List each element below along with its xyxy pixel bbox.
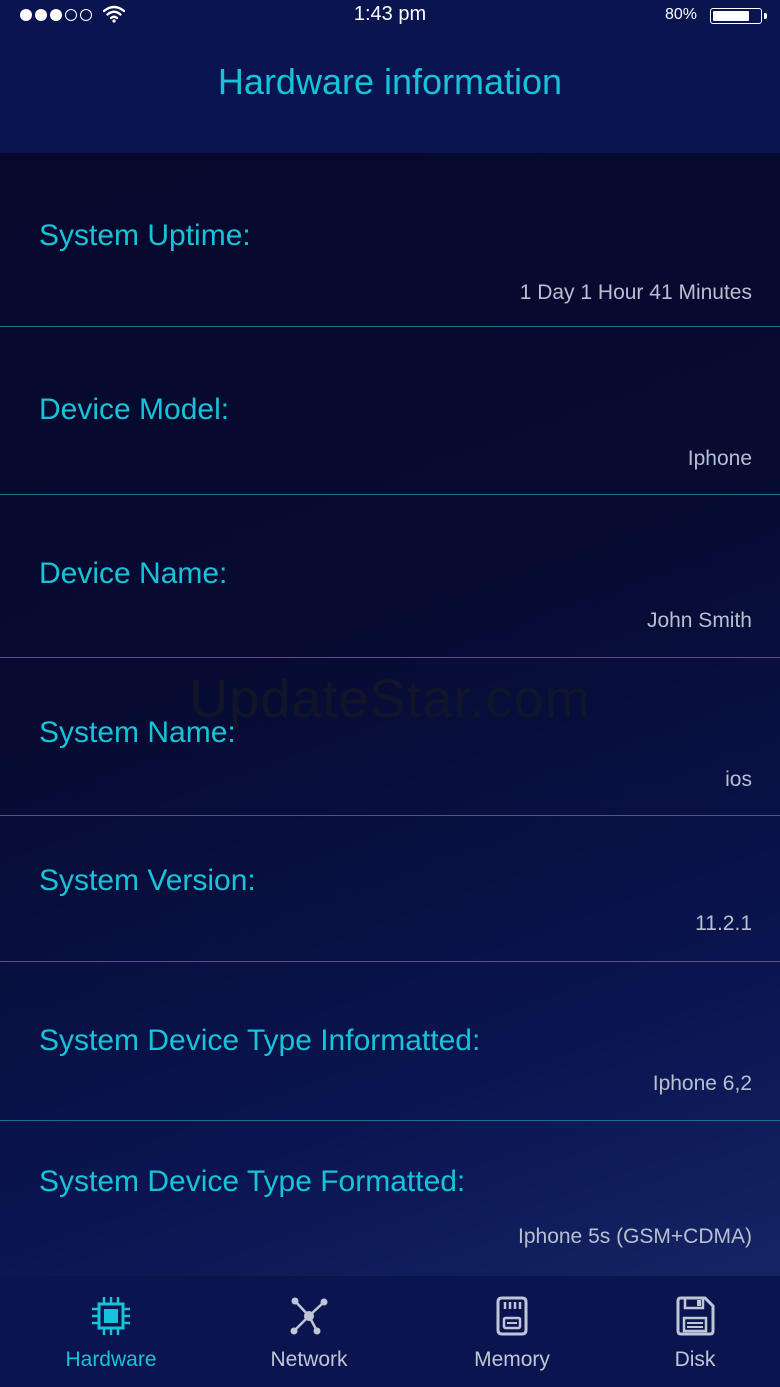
sd-card-icon <box>496 1296 528 1336</box>
status-bar: 1:43 pm 80% <box>0 0 780 32</box>
info-value: Iphone 6,2 <box>652 1072 752 1095</box>
list-item: System Device Type Informatted: Iphone 6… <box>0 962 780 1121</box>
info-label: Device Model: <box>39 393 230 426</box>
list-item: Device Model: Iphone <box>0 327 780 495</box>
info-label: System Device Type Formatted: <box>39 1165 466 1198</box>
page-title: Hardware information <box>217 60 563 102</box>
info-label: Device Name: <box>39 557 228 590</box>
battery-percentage: 80% <box>664 6 697 23</box>
nav-header: Hardware information <box>0 32 780 153</box>
info-value: John Smith <box>646 609 752 632</box>
list-item: System Version: 11.2.1 <box>0 816 780 962</box>
info-value: ios <box>725 768 752 791</box>
info-value: 1 Day 1 Hour 41 Minutes <box>519 281 752 304</box>
tab-memory[interactable]: Memory <box>412 1276 612 1387</box>
info-value: 11.2.1 <box>695 912 752 935</box>
info-label: System Device Type Informatted: <box>39 1024 481 1057</box>
info-value: Iphone 5s (GSM+CDMA) <box>518 1225 752 1248</box>
watermark-text: UpdateStar.com <box>189 669 591 729</box>
info-value: Iphone <box>687 447 752 470</box>
tab-label: Memory <box>474 1348 550 1371</box>
tab-network[interactable]: Network <box>209 1276 409 1387</box>
tab-bar: Hardware Network Memory Disk <box>0 1276 780 1387</box>
tab-disk[interactable]: Disk <box>595 1276 780 1387</box>
status-time: 1:43 pm <box>353 3 427 25</box>
floppy-disk-icon <box>676 1296 715 1336</box>
info-label: System Uptime: <box>39 219 251 252</box>
tab-label: Disk <box>674 1348 716 1371</box>
list-item: System Uptime: 1 Day 1 Hour 41 Minutes <box>0 153 780 327</box>
chip-icon <box>92 1297 130 1335</box>
list-item: Device Name: John Smith <box>0 495 780 658</box>
network-icon <box>290 1297 328 1335</box>
tab-hardware[interactable]: Hardware <box>11 1276 211 1387</box>
tab-label: Hardware <box>65 1348 157 1371</box>
battery-level-fill <box>713 11 749 21</box>
info-label: System Version: <box>39 864 256 897</box>
battery-icon <box>710 8 767 24</box>
tab-label: Network <box>270 1348 348 1371</box>
list-item: System Device Type Formatted: Iphone 5s … <box>0 1121 780 1276</box>
